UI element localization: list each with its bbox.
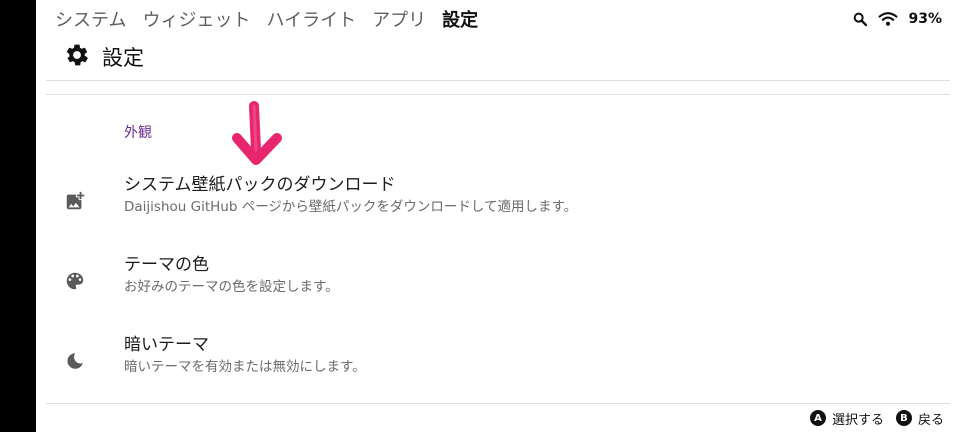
- header-divider: [46, 80, 950, 81]
- hint-select[interactable]: A 選択する: [809, 409, 884, 428]
- palette-icon: [64, 270, 88, 294]
- search-icon[interactable]: [852, 11, 868, 27]
- setting-description: 暗いテーマを有効または無効にします。: [124, 359, 366, 375]
- tab-settings[interactable]: 設定: [442, 6, 478, 32]
- battery-percentage: 93%: [908, 11, 942, 27]
- hint-select-label: 選択する: [831, 412, 884, 428]
- section-label-appearance: 外観: [124, 125, 152, 141]
- setting-item-theme-color[interactable]: テーマの色 お好みのテーマの色を設定します。: [46, 238, 950, 316]
- tab-system[interactable]: システム: [55, 6, 126, 32]
- top-tab-bar: システム ウィジェット ハイライト アプリ 設定: [55, 7, 494, 31]
- b-button-icon: B: [895, 410, 912, 426]
- page-header: 設定: [64, 42, 144, 72]
- gear-icon: [64, 42, 90, 72]
- wifi-icon: [878, 11, 898, 27]
- setting-item-dark-theme[interactable]: 暗いテーマ 暗いテーマを有効または無効にします。: [46, 318, 950, 396]
- setting-title: テーマの色: [124, 255, 209, 275]
- hint-back-label: 戻る: [917, 412, 944, 428]
- tab-highlights[interactable]: ハイライト: [266, 6, 356, 32]
- tab-widgets[interactable]: ウィジェット: [142, 6, 250, 32]
- left-black-edge: [0, 0, 36, 432]
- add-photo-icon: [64, 190, 88, 214]
- a-button-icon: A: [809, 410, 826, 426]
- moon-icon: [64, 350, 88, 374]
- footer-divider: [46, 403, 950, 404]
- page-title: 設定: [102, 46, 144, 70]
- button-hints: A 選択する B 戻る: [798, 408, 944, 428]
- setting-title: システム壁紙パックのダウンロード: [124, 175, 396, 195]
- content-top-divider: [46, 94, 950, 95]
- setting-title: 暗いテーマ: [124, 335, 209, 355]
- setting-description: Daijishou GitHub ページから壁紙パックをダウンロードして適用しま…: [124, 199, 578, 215]
- setting-description: お好みのテーマの色を設定します。: [124, 279, 339, 295]
- tab-apps[interactable]: アプリ: [372, 6, 426, 32]
- hint-back[interactable]: B 戻る: [895, 409, 944, 428]
- setting-item-wallpaper-download[interactable]: システム壁紙パックのダウンロード Daijishou GitHub ページから壁…: [46, 158, 950, 236]
- down-arrow-annotation-icon: [232, 101, 282, 165]
- status-area: 93%: [852, 9, 942, 29]
